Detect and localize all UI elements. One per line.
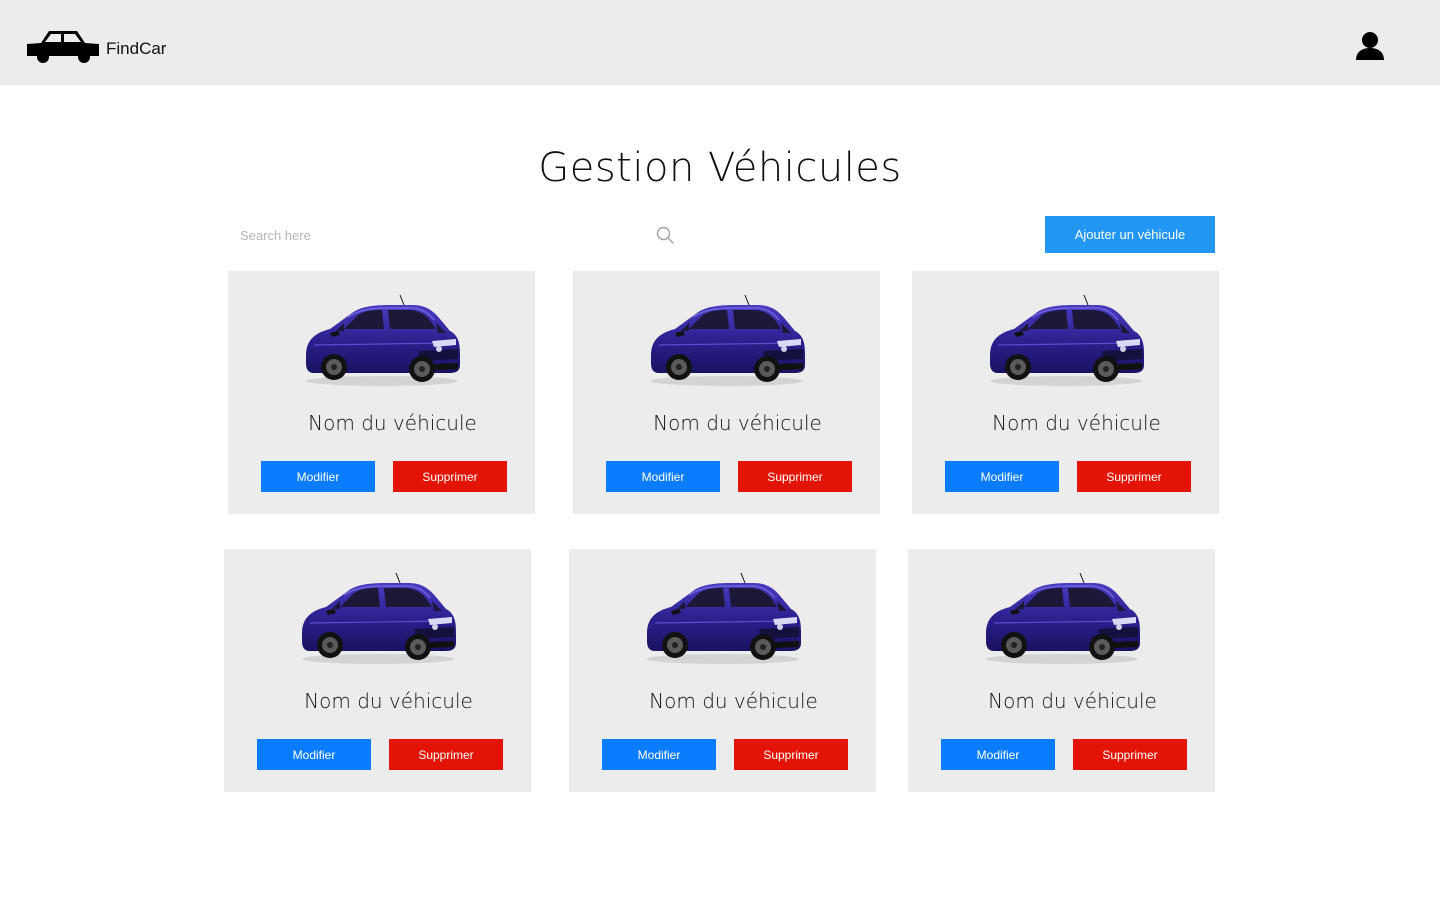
car-icon	[27, 31, 99, 63]
user-icon	[1356, 32, 1384, 60]
vehicle-card: Nom du véhicule Modifier Supprimer	[912, 271, 1219, 514]
vehicle-name: Nom du véhicule	[988, 689, 1157, 713]
vehicle-image	[989, 294, 1145, 387]
edit-vehicle-button[interactable]: Modifier	[261, 461, 375, 492]
delete-vehicle-button[interactable]: Supprimer	[738, 461, 852, 492]
vehicle-card: Nom du véhicule Modifier Supprimer	[569, 549, 876, 792]
vehicle-image	[985, 572, 1141, 665]
vehicle-image	[301, 572, 457, 665]
vehicle-name: Nom du véhicule	[649, 689, 818, 713]
vehicle-card: Nom du véhicule Modifier Supprimer	[908, 549, 1215, 792]
vehicle-image	[650, 294, 806, 387]
delete-vehicle-button[interactable]: Supprimer	[1077, 461, 1191, 492]
vehicle-card: Nom du véhicule Modifier Supprimer	[228, 271, 535, 514]
edit-vehicle-button[interactable]: Modifier	[941, 739, 1055, 770]
delete-vehicle-button[interactable]: Supprimer	[393, 461, 507, 492]
add-vehicle-button[interactable]: Ajouter un véhicule	[1045, 216, 1215, 253]
page-title: Gestion Véhicules	[538, 145, 902, 191]
vehicle-card: Nom du véhicule Modifier Supprimer	[573, 271, 880, 514]
delete-vehicle-button[interactable]: Supprimer	[389, 739, 503, 770]
edit-vehicle-button[interactable]: Modifier	[602, 739, 716, 770]
top-navbar: FindCar	[0, 0, 1440, 85]
vehicle-name: Nom du véhicule	[304, 689, 473, 713]
vehicle-image	[646, 572, 802, 665]
vehicle-name: Nom du véhicule	[992, 411, 1161, 435]
vehicle-card: Nom du véhicule Modifier Supprimer	[224, 549, 531, 792]
search-input[interactable]	[228, 218, 688, 252]
edit-vehicle-button[interactable]: Modifier	[257, 739, 371, 770]
brand-name: FindCar	[106, 39, 167, 58]
vehicle-name: Nom du véhicule	[653, 411, 822, 435]
brand[interactable]: FindCar	[27, 28, 166, 64]
search-icon[interactable]	[656, 226, 674, 244]
vehicle-name: Nom du véhicule	[308, 411, 477, 435]
search-bar	[228, 218, 688, 252]
edit-vehicle-button[interactable]: Modifier	[945, 461, 1059, 492]
edit-vehicle-button[interactable]: Modifier	[606, 461, 720, 492]
vehicle-image	[305, 294, 461, 387]
delete-vehicle-button[interactable]: Supprimer	[734, 739, 848, 770]
user-account-button[interactable]	[1355, 31, 1385, 61]
delete-vehicle-button[interactable]: Supprimer	[1073, 739, 1187, 770]
